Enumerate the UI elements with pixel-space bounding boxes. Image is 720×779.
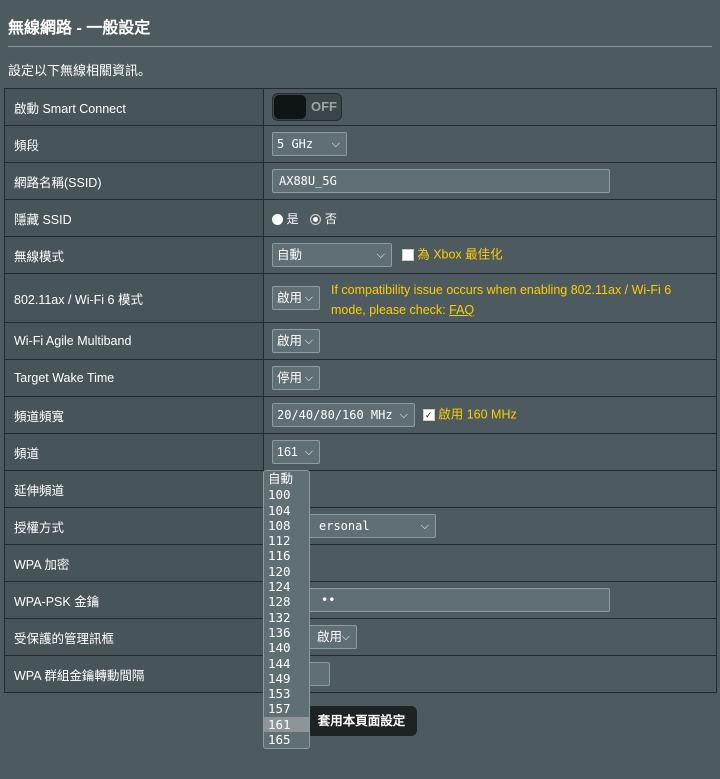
toggle-knob xyxy=(274,95,306,119)
chevron-down-icon: ⌵ xyxy=(376,248,385,261)
faq-link[interactable]: FAQ xyxy=(449,303,474,317)
channel-option[interactable]: 153 xyxy=(264,686,309,701)
label-band: 頻段 xyxy=(4,125,264,163)
row-wpa-enc: WPA 加密 xyxy=(4,544,717,582)
label-auth: 授權方式 xyxy=(4,507,264,545)
channel-option[interactable]: 144 xyxy=(264,656,309,671)
channel-option[interactable]: 100 xyxy=(264,487,309,502)
label-agile-multiband: Wi-Fi Agile Multiband xyxy=(4,322,264,360)
enable-160-checkbox[interactable]: ✓ xyxy=(422,409,435,421)
xbox-optimize-checkbox[interactable] xyxy=(401,249,414,261)
settings-table: 啟動 Smart Connect OFF 頻段 5 GHz ⌵ 網路名稱(SSI… xyxy=(4,88,717,693)
channel-option[interactable]: 自動 xyxy=(264,472,309,487)
channel-option[interactable]: 108 xyxy=(264,518,309,533)
label-ax-mode: 802.11ax / Wi-Fi 6 模式 xyxy=(4,273,264,323)
page-title: 無線網路 - 一般設定 xyxy=(8,20,151,37)
label-twt: Target Wake Time xyxy=(4,359,264,397)
row-pmf: 受保護的管理訊框 啟用 ⌵ xyxy=(4,618,717,656)
band-select-value: 5 GHz xyxy=(277,137,314,151)
hide-ssid-no-radio[interactable] xyxy=(310,213,322,225)
channel-option[interactable]: 112 xyxy=(264,533,309,548)
channel-option[interactable]: 128 xyxy=(264,594,309,609)
psk-input[interactable]: •• xyxy=(272,588,610,612)
apply-button[interactable]: 套用本頁面設定 xyxy=(306,706,417,736)
chevron-down-icon: ⌵ xyxy=(331,137,340,150)
agile-multiband-value: 啟用 xyxy=(277,334,303,348)
wireless-mode-value: 自動 xyxy=(277,248,303,262)
row-bandwidth: 頻道頻寬 20/40/80/160 MHz ⌵ ✓ 啟用 160 MHz xyxy=(4,396,717,434)
hide-ssid-yes-label: 是 xyxy=(286,211,299,226)
row-ssid: 網路名稱(SSID) AX88U_5G xyxy=(4,162,717,200)
row-agile-multiband: Wi-Fi Agile Multiband 啟用 ⌵ xyxy=(4,322,717,360)
row-channel: 頻道 161 ⌵ xyxy=(4,433,717,471)
chevron-down-icon: ⌵ xyxy=(304,334,313,347)
row-wireless-mode: 無線模式 自動 ⌵ 為 Xbox 最佳化 xyxy=(4,236,717,274)
label-ssid: 網路名稱(SSID) xyxy=(4,162,264,200)
hide-ssid-no-label: 否 xyxy=(324,211,337,226)
chevron-down-icon: ⌵ xyxy=(399,408,408,421)
label-wireless-mode: 無線模式 xyxy=(4,236,264,274)
row-band: 頻段 5 GHz ⌵ xyxy=(4,125,717,163)
twt-select[interactable]: 停用 ⌵ xyxy=(272,366,320,390)
chevron-down-icon: ⌵ xyxy=(341,630,350,643)
row-auth: 授權方式 ersonal ⌵ xyxy=(4,507,717,545)
label-psk: WPA-PSK 金鑰 xyxy=(4,581,264,619)
label-smart-connect: 啟動 Smart Connect xyxy=(4,88,264,126)
ax-mode-value: 啟用 xyxy=(277,291,303,305)
channel-option[interactable]: 149 xyxy=(264,671,309,686)
hide-ssid-yes-radio[interactable] xyxy=(272,213,283,225)
row-ax-mode: 802.11ax / Wi-Fi 6 模式 啟用 ⌵ If compatibil… xyxy=(4,273,717,323)
channel-option[interactable]: 116 xyxy=(264,548,309,563)
label-wpa-enc: WPA 加密 xyxy=(4,544,264,582)
toggle-state-text: OFF xyxy=(311,99,337,114)
channel-option[interactable]: 165 xyxy=(264,732,309,747)
ax-warning-text: If compatibility issue occurs when enabl… xyxy=(331,283,672,317)
channel-option[interactable]: 136 xyxy=(264,625,309,640)
channel-select[interactable]: 161 ⌵ xyxy=(272,440,320,464)
chevron-down-icon: ⌵ xyxy=(304,371,313,384)
channel-option[interactable]: 104 xyxy=(264,503,309,518)
row-ext-channel: 延伸頻道 xyxy=(4,470,717,508)
chevron-down-icon: ⌵ xyxy=(304,445,313,458)
row-gtk: WPA 群組金鑰轉動間隔 xyxy=(4,655,717,693)
channel-option[interactable]: 120 xyxy=(264,564,309,579)
row-twt: Target Wake Time 停用 ⌵ xyxy=(4,359,717,397)
channel-option[interactable]: 132 xyxy=(264,610,309,625)
channel-option[interactable]: 161 xyxy=(264,716,309,733)
title-divider xyxy=(8,46,712,47)
ax-compat-warning: If compatibility issue occurs when enabl… xyxy=(331,280,701,320)
row-hide-ssid: 隱藏 SSID 是 否 xyxy=(4,199,717,237)
page-subtitle: 設定以下無線相關資訊。 xyxy=(8,63,152,78)
xbox-optimize-label: 為 Xbox 最佳化 xyxy=(417,247,503,262)
label-pmf: 受保護的管理訊框 xyxy=(4,618,264,656)
label-bandwidth: 頻道頻寬 xyxy=(4,396,264,434)
wireless-mode-select[interactable]: 自動 ⌵ xyxy=(272,243,392,267)
label-channel: 頻道 xyxy=(4,433,264,471)
channel-dropdown-list[interactable]: 自動 100 104 108 112 116 120 124 128 132 136 140 144 14… xyxy=(263,470,310,749)
enable-160-label: 啟用 160 MHz xyxy=(438,407,517,422)
twt-value: 停用 xyxy=(277,371,303,385)
ssid-input[interactable]: AX88U_5G xyxy=(272,169,610,193)
channel-option[interactable]: 157 xyxy=(264,701,309,716)
chevron-down-icon: ⌵ xyxy=(420,519,429,532)
label-ext-channel: 延伸頻道 xyxy=(4,470,264,508)
channel-value: 161 xyxy=(277,445,298,459)
label-hide-ssid: 隱藏 SSID xyxy=(4,199,264,237)
row-smart-connect: 啟動 Smart Connect OFF xyxy=(4,88,717,126)
chevron-down-icon: ⌵ xyxy=(304,291,313,304)
band-select[interactable]: 5 GHz ⌵ xyxy=(272,132,347,156)
smart-connect-toggle[interactable]: OFF xyxy=(272,93,342,121)
channel-option[interactable]: 124 xyxy=(264,579,309,594)
channel-option[interactable]: 140 xyxy=(264,640,309,655)
agile-multiband-select[interactable]: 啟用 ⌵ xyxy=(272,329,320,353)
bandwidth-value: 20/40/80/160 MHz xyxy=(277,408,393,422)
bandwidth-select[interactable]: 20/40/80/160 MHz ⌵ xyxy=(272,403,415,427)
label-gtk: WPA 群組金鑰轉動間隔 xyxy=(4,655,264,693)
ax-mode-select[interactable]: 啟用 ⌵ xyxy=(272,286,320,310)
row-psk: WPA-PSK 金鑰 •• xyxy=(4,581,717,619)
